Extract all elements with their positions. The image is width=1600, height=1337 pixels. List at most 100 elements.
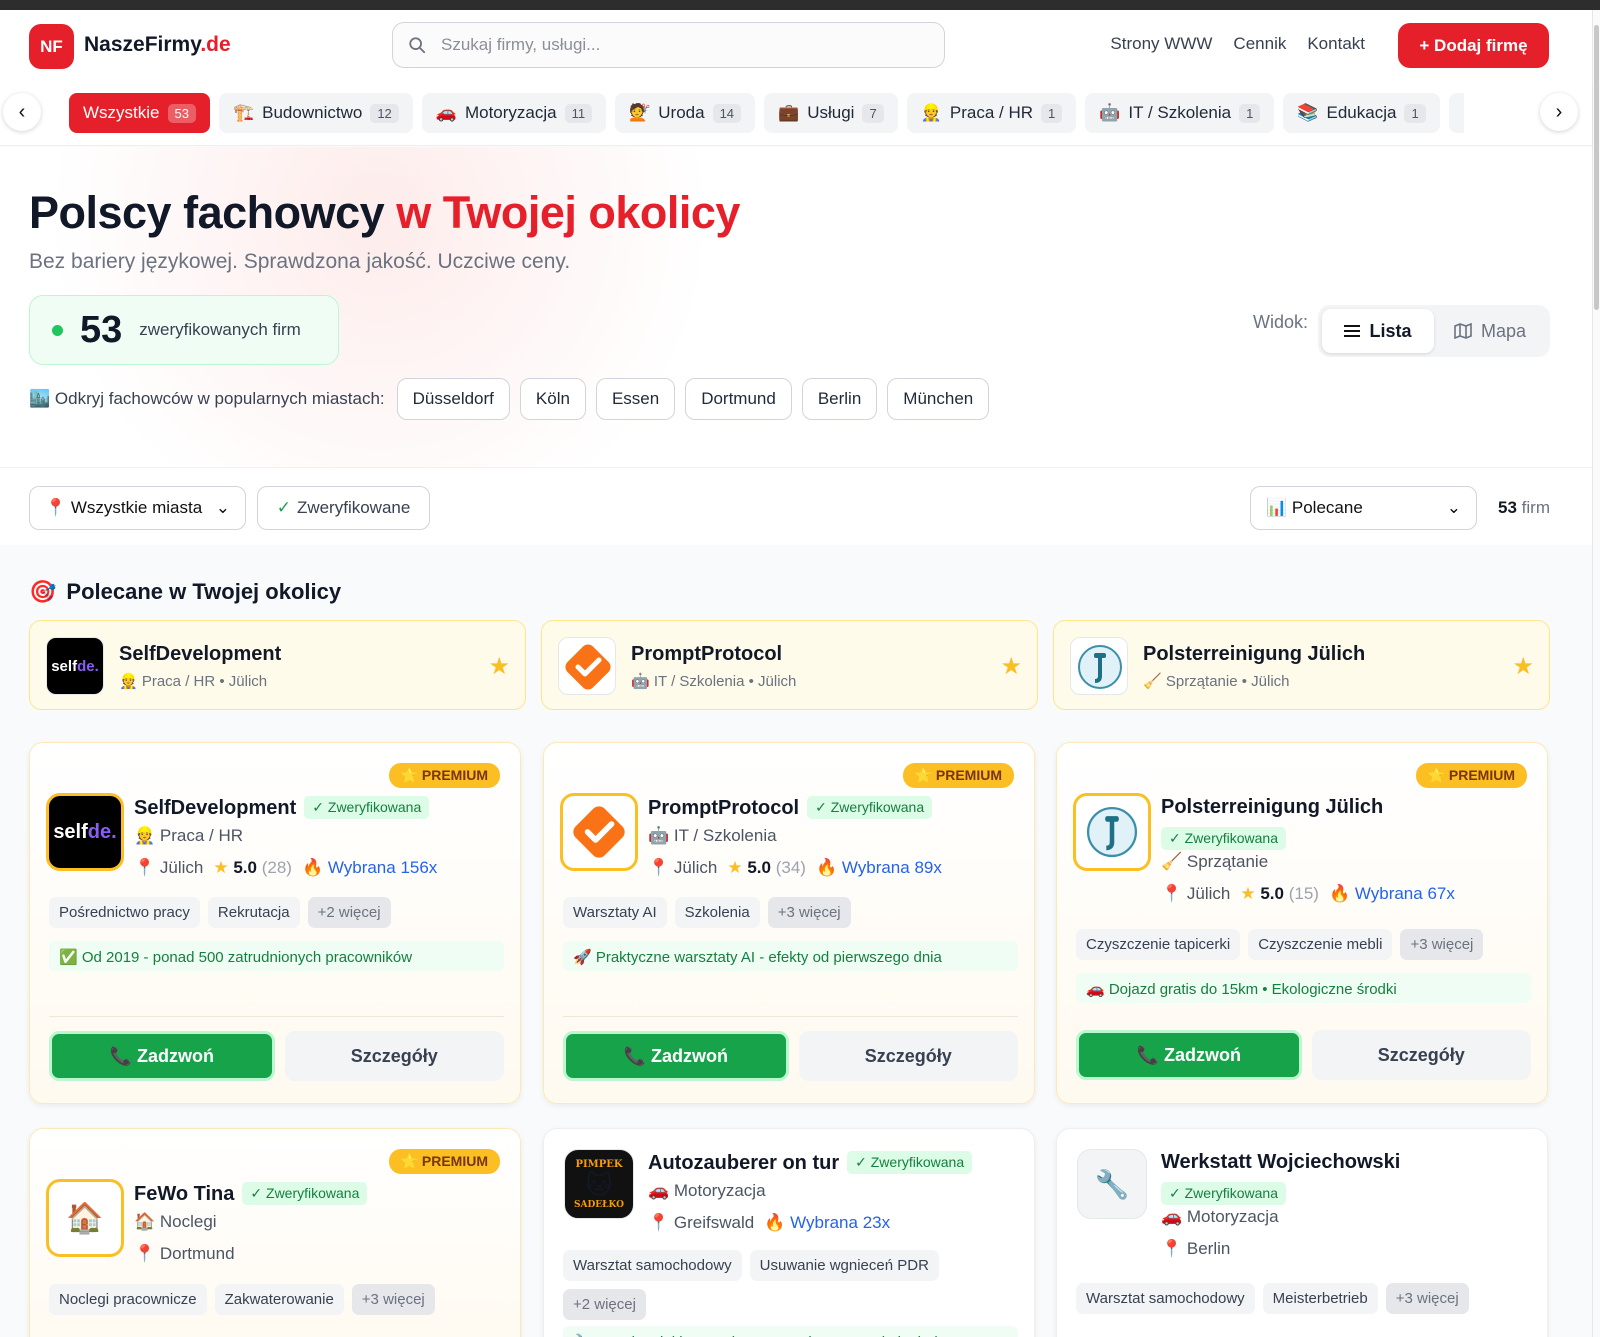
- company-card[interactable]: PIMPEK 🐱 SADEŁKO Autozauberer on tur ✓ Zw…: [543, 1128, 1035, 1337]
- featured-card[interactable]: self de. SelfDevelopment 👷 Praca / HR • J…: [29, 620, 526, 710]
- verified-badge: ✓ Zweryfikowana: [304, 796, 430, 819]
- more-tags[interactable]: +2 więcej: [307, 897, 391, 928]
- featured-card[interactable]: PromptProtocol 🤖 IT / Szkolenia • Jülich…: [541, 620, 1038, 710]
- site-header: NF NaszeFirmy.de Strony WWW Cennik Konta…: [0, 10, 1592, 80]
- category-pill[interactable]: 🚗 Motoryzacja 11: [421, 93, 607, 133]
- search-input[interactable]: [441, 35, 921, 55]
- verified-badge: ✓ Zweryfikowana: [242, 1182, 368, 1205]
- service-tag: Pośrednictwo pracy: [49, 897, 200, 928]
- service-tag: Meisterbetrieb: [1262, 1283, 1378, 1314]
- details-button[interactable]: Szczegóły: [284, 1031, 504, 1081]
- company-city: 📍 Berlin: [1161, 1239, 1231, 1258]
- chevron-left-icon[interactable]: ‹: [3, 93, 41, 131]
- company-logo: [560, 793, 638, 871]
- call-button[interactable]: 📞 Zadzwoń: [49, 1031, 275, 1081]
- scrollbar-thumb[interactable]: [1594, 25, 1599, 310]
- company-card[interactable]: ⭐ PREMIUM Polsterreinigung Jülich ✓ Zwer…: [1056, 742, 1548, 1104]
- map-icon: [1454, 323, 1472, 339]
- star-icon: ★: [213, 858, 229, 877]
- category-count: 1: [1041, 103, 1063, 123]
- call-button[interactable]: 📞 Zadzwoń: [1076, 1030, 1302, 1080]
- category-icon: 🏗️: [232, 103, 255, 122]
- more-tags[interactable]: +2 więcej: [563, 1289, 646, 1320]
- company-name[interactable]: Werkstatt Wojciechowski: [1161, 1151, 1400, 1173]
- more-tags[interactable]: +3 więcej: [767, 897, 851, 928]
- service-tags: Warsztat samochodowy Meisterbetrieb +3 w…: [1076, 1283, 1531, 1314]
- company-meta: 📍 Jülich ★ 5.0 (34) 🔥 Wybrana 89x: [648, 858, 1018, 878]
- title-highlight: w Twojej okolicy: [396, 187, 740, 238]
- view-map-button[interactable]: Mapa: [1434, 309, 1546, 353]
- company-card[interactable]: ⭐ PREMIUM PromptProtocol ✓ Zweryfikowana …: [543, 742, 1035, 1104]
- featured-card[interactable]: Polsterreinigung Jülich 🧹 Sprzątanie • J…: [1053, 620, 1550, 710]
- featured-meta: 🧹 Sprzątanie • Jülich: [1143, 673, 1290, 690]
- company-card[interactable]: ⭐ PREMIUM selfde. SelfDevelopment ✓ Zwery…: [29, 742, 521, 1104]
- city-select[interactable]: 📍 Wszystkie miasta ⌄: [29, 486, 246, 530]
- company-card[interactable]: 🔧 Werkstatt Wojciechowski ✓ Zweryfikowan…: [1056, 1128, 1548, 1337]
- city-chip[interactable]: Köln: [519, 378, 586, 420]
- company-category: 🏠 Noclegi: [134, 1212, 217, 1231]
- page-subtitle: Bez bariery językowej. Sprawdzona jakość…: [29, 250, 571, 273]
- cat-icon: 🐱: [585, 1169, 613, 1200]
- more-tags[interactable]: +3 więcej: [1400, 929, 1484, 960]
- company-card[interactable]: ⭐ PREMIUM 🏠 FeWo Tina ✓ Zweryfikowana 🏠 N…: [29, 1128, 521, 1337]
- star-icon: ★: [1512, 653, 1534, 680]
- star-icon: ★: [727, 858, 743, 877]
- more-tags[interactable]: +3 więcej: [351, 1284, 435, 1315]
- view-label: Widok:: [1253, 312, 1309, 332]
- view-list-button[interactable]: Lista: [1322, 309, 1434, 353]
- details-button[interactable]: Szczegóły: [798, 1031, 1018, 1081]
- company-name[interactable]: SelfDevelopment: [134, 797, 296, 819]
- category-pill[interactable]: 🏗️ Budownictwo 12: [218, 93, 413, 133]
- company-logo: PIMPEK 🐱 SADEŁKO: [564, 1149, 634, 1219]
- company-name[interactable]: Autozauberer on tur: [648, 1152, 839, 1174]
- call-button[interactable]: 📞 Zadzwoń: [563, 1031, 789, 1081]
- city-chip[interactable]: Düsseldorf: [396, 378, 510, 420]
- company-rating: ★ 5.0 (34): [727, 858, 806, 878]
- verified-count-box: 53 zweryfikowanych firm: [29, 295, 339, 365]
- scrollbar[interactable]: [1592, 10, 1600, 1337]
- city-chip[interactable]: Berlin: [801, 378, 878, 420]
- company-name[interactable]: PromptProtocol: [648, 797, 799, 819]
- logo-name: NaszeFirmy: [84, 33, 201, 56]
- company-highlight: ✅ Od 2019 - ponad 500 zatrudnionych prac…: [49, 941, 504, 971]
- category-pill[interactable]: 🔧: [1448, 93, 1464, 133]
- city-chip[interactable]: München: [887, 378, 990, 420]
- add-company-button[interactable]: + Dodaj firmę: [1398, 23, 1549, 68]
- company-name[interactable]: Polsterreinigung Jülich: [1161, 796, 1383, 818]
- category-pill[interactable]: 💼 Usługi 7: [764, 93, 898, 133]
- service-tag: Rekrutacja: [207, 897, 300, 928]
- category-icon: 🚗: [435, 103, 457, 122]
- nav-link-pricing[interactable]: Cennik: [1233, 34, 1286, 54]
- category-pill[interactable]: 🤖 IT / Szkolenia 1: [1085, 93, 1275, 133]
- company-city: 📍 Greifswald: [648, 1213, 755, 1232]
- details-button[interactable]: Szczegóły: [1311, 1030, 1531, 1080]
- category-label: Budownictwo: [262, 103, 363, 122]
- nav-link-contact[interactable]: Kontakt: [1307, 34, 1365, 54]
- category-count: 14: [712, 103, 742, 123]
- category-icon: 📚: [1297, 103, 1319, 122]
- logo-badge[interactable]: NF: [29, 24, 74, 69]
- featured-section-title: 🎯 Polecane w Twojej okolicy: [29, 579, 341, 605]
- category-pill[interactable]: 💇 Uroda 14: [615, 93, 756, 133]
- search-box[interactable]: [392, 22, 945, 68]
- category-pill[interactable]: 📚 Edukacja 1: [1283, 93, 1440, 133]
- sort-select-value: 📊 Polecane: [1266, 498, 1363, 517]
- city-chip[interactable]: Essen: [595, 378, 676, 420]
- verified-badge: ✓ Zweryfikowana: [807, 796, 933, 819]
- verified-count: 53: [80, 308, 123, 351]
- nav-link-websites[interactable]: Strony WWW: [1110, 34, 1212, 54]
- company-category: 🚗 Motoryzacja: [1161, 1207, 1279, 1226]
- result-count-number: 53: [1498, 498, 1517, 517]
- category-pill[interactable]: Wszystkie 53: [69, 93, 210, 133]
- sort-select[interactable]: 📊 Polecane ⌄: [1250, 486, 1477, 530]
- category-label: Uroda: [658, 103, 705, 122]
- more-tags[interactable]: +3 więcej: [1385, 1283, 1469, 1314]
- chevron-right-icon[interactable]: ›: [1540, 93, 1578, 131]
- verified-filter[interactable]: ✓ Zweryfikowane: [257, 486, 430, 530]
- featured-name: PromptProtocol: [631, 643, 783, 665]
- star-icon: ★: [1240, 884, 1256, 903]
- category-pill[interactable]: 👷 Praca / HR 1: [906, 93, 1077, 133]
- logo-text[interactable]: NaszeFirmy.de: [84, 33, 231, 57]
- company-name[interactable]: FeWo Tina: [134, 1183, 234, 1205]
- city-chip[interactable]: Dortmund: [685, 378, 792, 420]
